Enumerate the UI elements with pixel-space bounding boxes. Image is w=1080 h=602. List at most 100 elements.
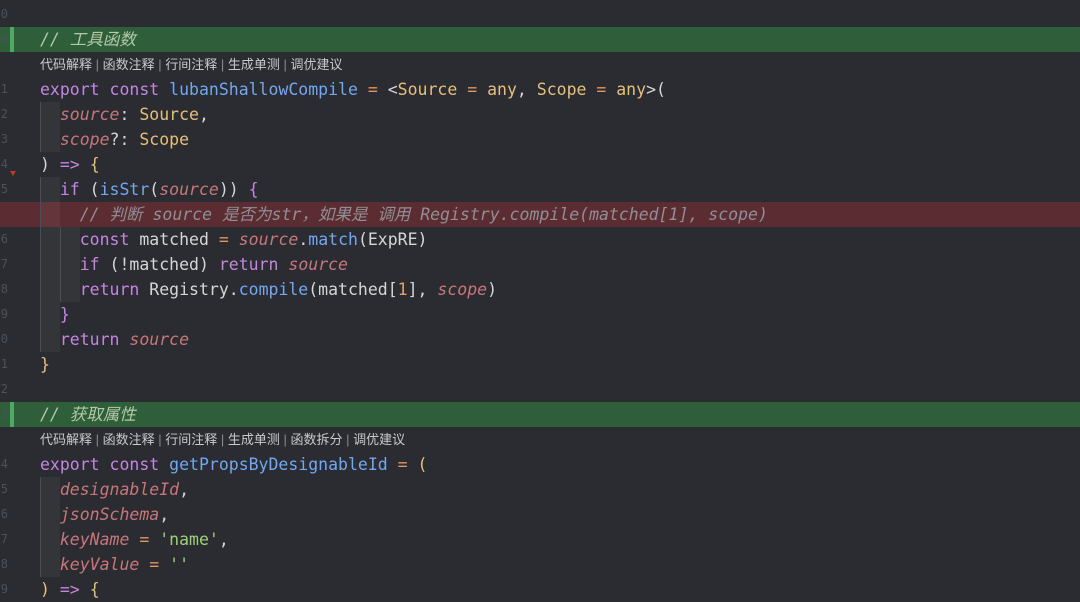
- code-line[interactable]: 0: [0, 2, 1080, 27]
- line-number: 0: [0, 7, 8, 21]
- code-line[interactable]: 5 if (isStr(source)) {: [0, 177, 1080, 202]
- code-lens-separator: |: [92, 432, 103, 447]
- code-lens-action[interactable]: 生成单测: [228, 57, 280, 72]
- code-lens-action[interactable]: 生成单测: [228, 432, 280, 447]
- line-number: 5: [0, 182, 8, 196]
- code-token: source: [159, 180, 219, 199]
- code-text: // 工具函数: [40, 27, 1080, 52]
- line-number: 8: [0, 557, 8, 571]
- code-lens-action[interactable]: 调优建议: [291, 57, 343, 72]
- code-text: ) => {: [40, 152, 1080, 177]
- code-lens-action[interactable]: 代码解释: [40, 57, 92, 72]
- code-token: lubanShallowCompile: [169, 80, 358, 99]
- code-token: export: [40, 80, 110, 99]
- code-editor[interactable]: 0 0 // 工具函数 代码解释 | 函数注释 | 行间注释 | 生成单测 | 调优建…: [0, 0, 1080, 602]
- code-token: {: [89, 155, 100, 174]
- code-line[interactable]: 1}: [0, 352, 1080, 377]
- code-line[interactable]: // 判断 source 是否为str，如果是 调用 Registry.comp…: [0, 202, 1080, 227]
- code-token: (: [417, 455, 428, 474]
- code-token: source: [238, 230, 299, 249]
- line-number: 4: [0, 457, 8, 471]
- code-line[interactable]: 2: [0, 377, 1080, 402]
- code-token: >(: [646, 80, 666, 99]
- code-line[interactable]: 5 designableId,: [0, 477, 1080, 502]
- code-lens-separator: |: [154, 57, 166, 72]
- code-line[interactable]: 0 return source: [0, 327, 1080, 352]
- code-token: =: [387, 455, 418, 474]
- code-token: scope: [437, 280, 488, 299]
- code-line[interactable]: 9 }: [0, 302, 1080, 327]
- code-line[interactable]: 8 keyValue = '': [0, 552, 1080, 577]
- line-number: 6: [0, 232, 8, 246]
- code-token: any: [616, 80, 647, 99]
- gutter-added-marker: [10, 27, 14, 52]
- code-token: (ExpRE): [357, 230, 428, 249]
- code-lens-action[interactable]: 函数注释: [103, 432, 155, 447]
- code-line[interactable]: 8 return Registry.compile(matched[1], sc…: [0, 277, 1080, 302]
- code-lens-action[interactable]: 行间注释: [165, 57, 217, 72]
- code-line[interactable]: 4 export const getPropsByDesignableId = (: [0, 452, 1080, 477]
- code-line[interactable]: 1 export const lubanShallowCompile = <Sou…: [0, 77, 1080, 102]
- code-line[interactable]: 6 jsonSchema,: [0, 502, 1080, 527]
- code-lens-action[interactable]: 函数拆分: [291, 432, 343, 447]
- code-token: compile: [238, 280, 309, 299]
- code-token: source: [288, 255, 348, 274]
- code-line[interactable]: 3 scope?: Scope: [0, 127, 1080, 152]
- code-lens-separator: |: [342, 432, 354, 447]
- line-number: 4: [0, 157, 8, 171]
- code-token: ,: [198, 105, 209, 124]
- code-token: <: [387, 80, 398, 99]
- code-line[interactable]: 7 if (!matched) return source: [0, 252, 1080, 277]
- code-text: keyValue = '': [40, 552, 1080, 577]
- code-token: return: [59, 330, 130, 349]
- code-token: const: [79, 230, 140, 249]
- code-lens-action[interactable]: 代码解释: [40, 432, 92, 447]
- code-text: ) => {: [40, 577, 1080, 602]
- code-token: keyValue: [59, 555, 140, 574]
- line-number: 1: [0, 82, 8, 96]
- code-line[interactable]: 4 ) => {: [0, 152, 1080, 177]
- line-number: 8: [0, 282, 8, 296]
- code-line[interactable]: 0 // 工具函数: [0, 27, 1080, 52]
- code-text: // 判断 source 是否为str，如果是 调用 Registry.comp…: [40, 202, 1080, 227]
- code-text: source: Source,: [40, 102, 1080, 127]
- code-token: (: [79, 180, 100, 199]
- code-line[interactable]: 6 const matched = source.match(ExpRE): [0, 227, 1080, 252]
- code-text: keyName = 'name',: [40, 527, 1080, 552]
- code-token: const: [109, 80, 170, 99]
- code-text: designableId,: [40, 477, 1080, 502]
- code-lens-separator: |: [92, 57, 103, 72]
- code-text: if (isStr(source)) {: [40, 177, 1080, 202]
- line-number: 0: [0, 332, 8, 346]
- code-line[interactable]: 9) => {: [0, 577, 1080, 602]
- code-text: }: [40, 352, 1080, 377]
- code-line[interactable]: 2 source: Source,: [0, 102, 1080, 127]
- code-token: =: [586, 80, 617, 99]
- code-text: }: [40, 302, 1080, 327]
- code-lens-action[interactable]: 行间注释: [165, 432, 217, 447]
- code-token: =: [457, 80, 488, 99]
- code-text: export const getPropsByDesignableId = (: [40, 452, 1080, 477]
- line-number: 7: [0, 257, 8, 271]
- code-lens-actions: 代码解释 | 函数注释 | 行间注释 | 生成单测 | 调优建议: [40, 52, 343, 77]
- code-token: match: [308, 230, 358, 249]
- code-lens-action[interactable]: 调优建议: [353, 432, 405, 447]
- line-number: 0: [0, 32, 8, 46]
- code-line[interactable]: 3 // 获取属性: [0, 402, 1080, 427]
- code-lens-action[interactable]: 函数注释: [103, 57, 155, 72]
- code-token: jsonSchema: [59, 505, 160, 524]
- code-line[interactable]: 7 keyName = 'name',: [0, 527, 1080, 552]
- code-token: if: [59, 180, 80, 199]
- code-token: ,: [218, 530, 229, 549]
- code-token: .: [298, 230, 309, 249]
- code-token: )): [218, 180, 249, 199]
